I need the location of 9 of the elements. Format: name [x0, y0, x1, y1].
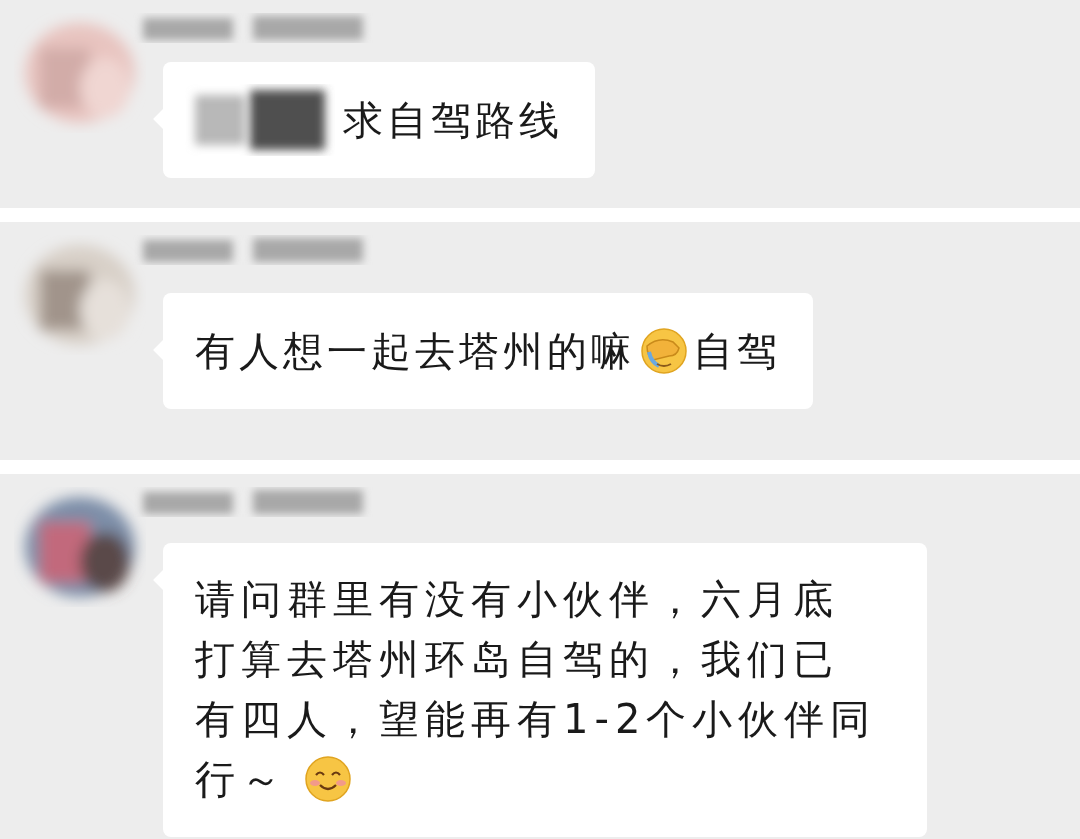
facepalm-emoji-icon	[639, 326, 689, 376]
message-text: 请问群里有没有小伙伴，六月底	[195, 575, 839, 624]
smiling-emoji-icon	[303, 754, 353, 804]
message-text: 打算去塔州环岛自驾的，我们已	[195, 635, 839, 684]
message-text: 行～	[195, 755, 287, 804]
message-text: 有人想一起去塔州的嘛	[195, 327, 635, 376]
message-text: 自驾	[693, 327, 781, 376]
message-text: 有四人，望能再有1-2个小伙伴同	[195, 695, 877, 744]
message-text: 求自驾路线	[343, 96, 563, 145]
